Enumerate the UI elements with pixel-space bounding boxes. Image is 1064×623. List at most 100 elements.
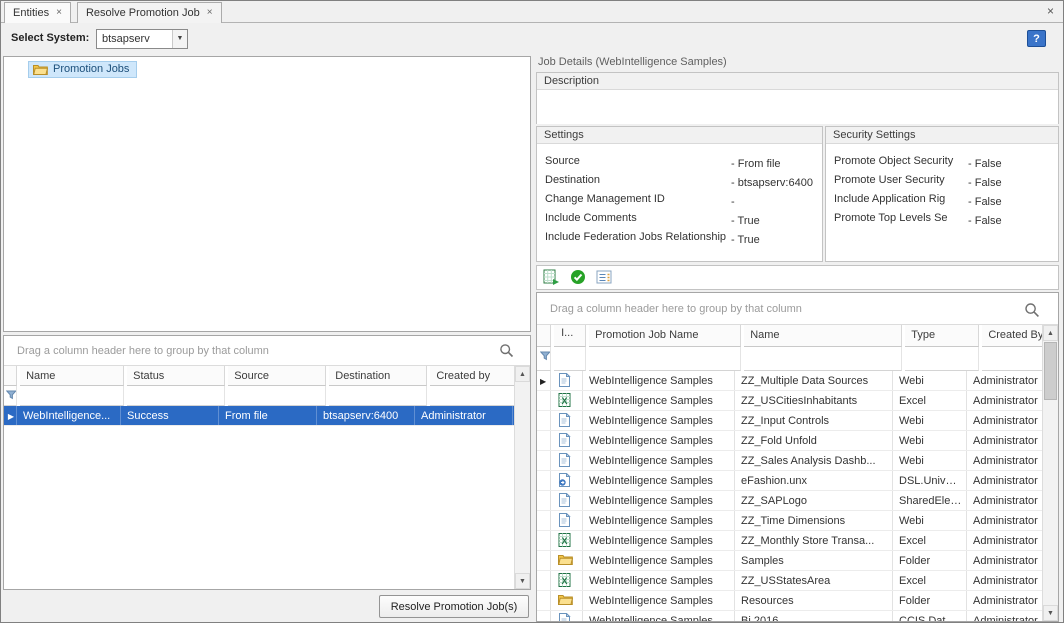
- description-value: [537, 90, 1058, 124]
- table-row[interactable]: WebIntelligence SamplesZZ_Sales Analysis…: [537, 451, 1042, 471]
- filter-cell[interactable]: [329, 386, 427, 406]
- group-by-bar[interactable]: Drag a column header here to group by th…: [537, 293, 1058, 325]
- column-header-source[interactable]: Source: [228, 366, 326, 386]
- table-row[interactable]: WebIntelligence SamplesResourcesFolderAd…: [537, 591, 1042, 611]
- setting-value: - True: [731, 234, 760, 246]
- scroll-up-icon[interactable]: ▲: [515, 366, 530, 382]
- help-button[interactable]: ?: [1027, 30, 1046, 47]
- row-indicator: [537, 491, 551, 510]
- cell-created-by: Administrator: [967, 451, 1042, 470]
- cell-name: ZZ_Multiple Data Sources: [735, 371, 893, 390]
- webi-document-icon: [551, 411, 583, 430]
- table-row[interactable]: ▶WebIntelligence SamplesZZ_Multiple Data…: [537, 371, 1042, 391]
- cell-type: CCIS.DataC...: [893, 611, 967, 621]
- cell-type: Folder: [893, 551, 967, 570]
- cell-created-by: Administrator: [967, 511, 1042, 530]
- column-header-status[interactable]: Status: [127, 366, 225, 386]
- grid-cell: WebIntelligence...: [17, 406, 121, 425]
- search-icon[interactable]: [1024, 302, 1040, 321]
- setting-label: Promote Top Levels Se: [834, 212, 968, 224]
- row-indicator: [537, 411, 551, 430]
- table-row[interactable]: WebIntelligence SamplesZZ_Fold UnfoldWeb…: [537, 431, 1042, 451]
- resolve-promotion-job-button[interactable]: Resolve Promotion Job(s): [379, 595, 529, 618]
- setting-value: - False: [968, 196, 1002, 208]
- setting-item: Include Federation Jobs Relationship- Tr…: [545, 231, 816, 250]
- close-icon[interactable]: ×: [56, 8, 62, 18]
- filter-cell[interactable]: [20, 386, 124, 406]
- row-indicator: [537, 531, 551, 550]
- filter-cell[interactable]: [589, 347, 741, 371]
- scroll-down-icon[interactable]: ▼: [515, 573, 530, 589]
- list-icon[interactable]: [596, 269, 612, 288]
- table-row[interactable]: XWebIntelligence SamplesZZ_USStatesAreaE…: [537, 571, 1042, 591]
- filter-row: [4, 386, 514, 406]
- filter-icon[interactable]: [537, 347, 551, 371]
- cell-promotion-job-name: WebIntelligence Samples: [583, 611, 735, 621]
- setting-item: Source- From file: [545, 155, 816, 174]
- cell-name: ZZ_USCitiesInhabitants: [735, 391, 893, 410]
- cell-name: Samples: [735, 551, 893, 570]
- chevron-down-icon[interactable]: ▼: [172, 30, 187, 48]
- row-indicator: [537, 471, 551, 490]
- row-indicator: [537, 451, 551, 470]
- tree-item-promotion-jobs[interactable]: Promotion Jobs: [4, 57, 530, 79]
- security-settings-group: Security Settings Promote Object Securit…: [825, 126, 1059, 262]
- cell-name: Resources: [735, 591, 893, 610]
- filter-cell[interactable]: [905, 347, 979, 371]
- column-header-name[interactable]: Name: [20, 366, 124, 386]
- setting-label: Promote User Security: [834, 174, 968, 186]
- scrollbar-thumb[interactable]: [1044, 342, 1057, 400]
- column-header-destination[interactable]: Destination: [329, 366, 427, 386]
- promotion-jobs-grid: Drag a column header here to group by th…: [3, 335, 531, 590]
- group-by-bar[interactable]: Drag a column header here to group by th…: [4, 336, 530, 366]
- export-icon[interactable]: [543, 269, 560, 288]
- row-indicator: [537, 571, 551, 590]
- filter-cell[interactable]: [554, 347, 586, 371]
- cell-created-by: Administrator: [967, 611, 1042, 621]
- setting-value: - From file: [731, 158, 781, 170]
- column-header-type[interactable]: Type: [905, 325, 979, 347]
- column-header-name[interactable]: Name: [744, 325, 902, 347]
- security-settings-label: Security Settings: [826, 127, 1058, 144]
- tab-resolve-promotion-job[interactable]: Resolve Promotion Job ×: [77, 2, 222, 23]
- search-icon[interactable]: [499, 343, 514, 361]
- filter-cell[interactable]: [744, 347, 902, 371]
- cell-promotion-job-name: WebIntelligence Samples: [583, 451, 735, 470]
- grid-toolbar: [536, 265, 1059, 290]
- tab-entities[interactable]: Entities ×: [4, 2, 71, 23]
- cell-promotion-job-name: WebIntelligence Samples: [583, 471, 735, 490]
- table-row[interactable]: XWebIntelligence SamplesZZ_USCitiesInhab…: [537, 391, 1042, 411]
- tab-entities-label: Entities: [13, 7, 49, 19]
- setting-value: - True: [731, 215, 760, 227]
- row-arrow-icon: ▶: [8, 412, 14, 421]
- table-row[interactable]: XWebIntelligence SamplesZZ_Monthly Store…: [537, 531, 1042, 551]
- setting-item: Include Application Rig- False: [834, 193, 1052, 212]
- close-icon[interactable]: ×: [1047, 4, 1054, 18]
- webi-document-icon: [551, 451, 583, 470]
- table-row[interactable]: WebIntelligence SamplesZZ_Time Dimension…: [537, 511, 1042, 531]
- column-header-icon[interactable]: I...: [554, 325, 586, 347]
- table-row[interactable]: ▶WebIntelligence...SuccessFrom filebtsap…: [4, 406, 514, 426]
- table-row[interactable]: WebIntelligence SamplesSamplesFolderAdmi…: [537, 551, 1042, 571]
- webi-document-icon: [551, 511, 583, 530]
- filter-icon[interactable]: [4, 386, 17, 406]
- cell-type: Excel: [893, 531, 967, 550]
- close-icon[interactable]: ×: [207, 8, 213, 18]
- cell-created-by: Administrator: [967, 591, 1042, 610]
- grid-cell: From file: [219, 406, 317, 425]
- check-icon[interactable]: [570, 269, 586, 288]
- system-select[interactable]: btsapserv ▼: [96, 29, 188, 49]
- grid-cell: Success: [121, 406, 219, 425]
- vertical-scrollbar[interactable]: ▲ ▼: [1042, 325, 1058, 621]
- column-header-promotion-job-name[interactable]: Promotion Job Name: [589, 325, 741, 347]
- table-row[interactable]: WebIntelligence SamplesZZ_SAPLogoSharedE…: [537, 491, 1042, 511]
- table-row[interactable]: WebIntelligence SamplesBi 2016CCIS.DataC…: [537, 611, 1042, 621]
- filter-cell[interactable]: [127, 386, 225, 406]
- scroll-up-icon[interactable]: ▲: [1043, 325, 1058, 341]
- table-row[interactable]: WebIntelligence SampleseFashion.unxDSL.U…: [537, 471, 1042, 491]
- vertical-scrollbar[interactable]: ▲ ▼: [514, 366, 530, 589]
- table-row[interactable]: WebIntelligence SamplesZZ_Input Controls…: [537, 411, 1042, 431]
- scroll-down-icon[interactable]: ▼: [1043, 605, 1058, 621]
- filter-cell[interactable]: [228, 386, 326, 406]
- cell-type: Excel: [893, 571, 967, 590]
